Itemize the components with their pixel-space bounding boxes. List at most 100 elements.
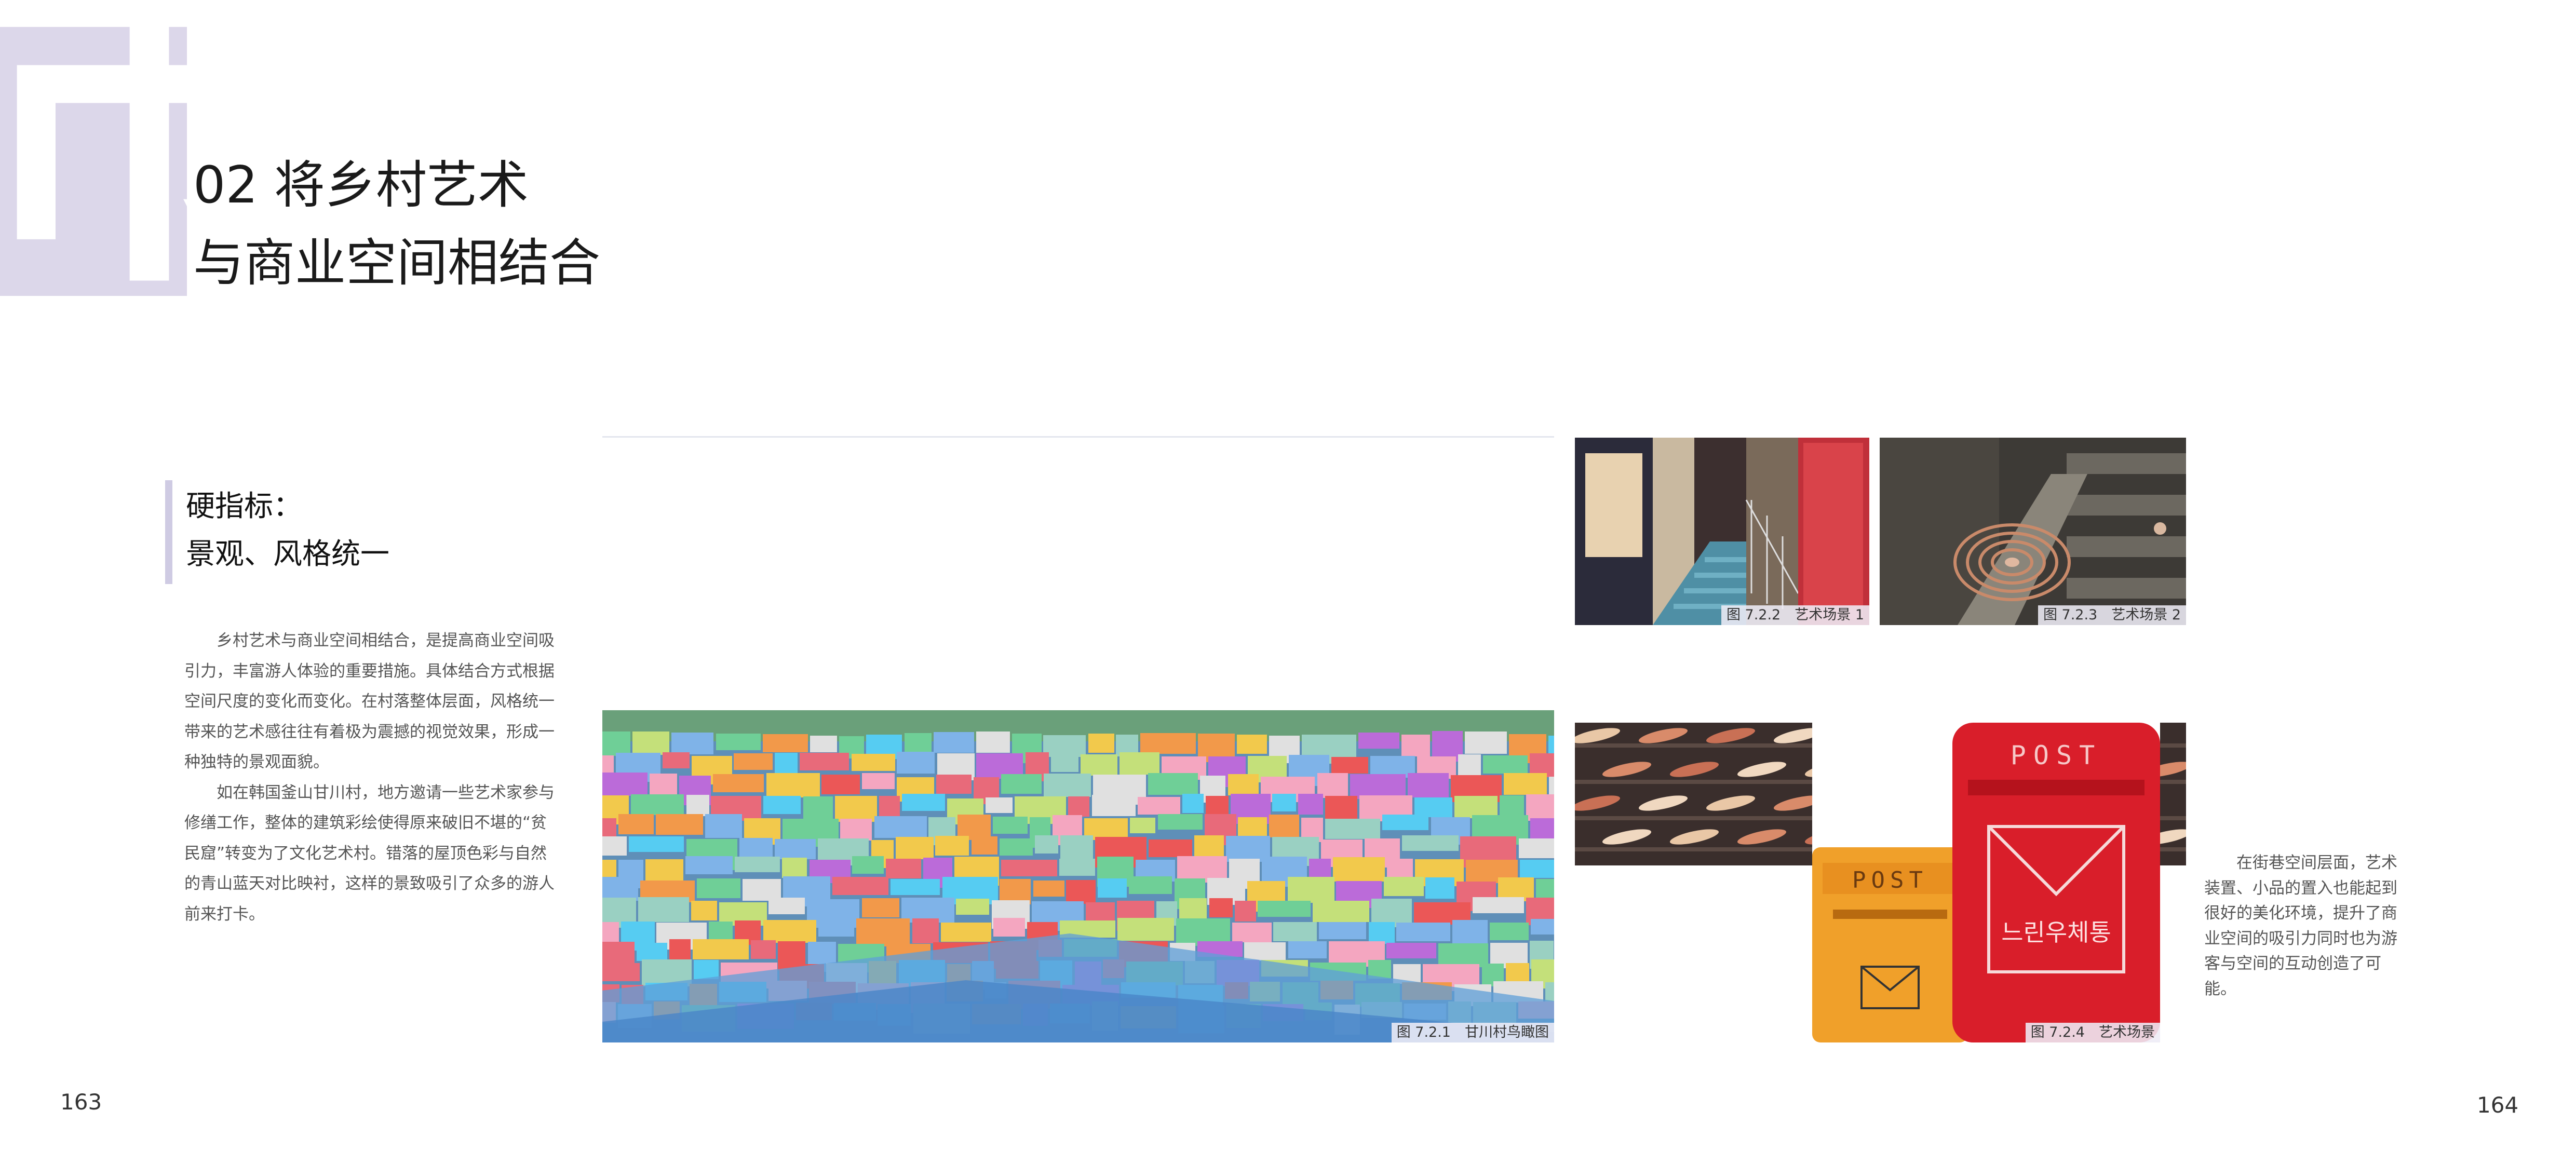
village-house [602, 963, 640, 981]
village-house [1414, 797, 1452, 817]
village-house [645, 859, 683, 883]
village-house [1182, 794, 1204, 813]
village-house [1206, 796, 1229, 816]
caption-fig-7-2-2: 图 7.2.2 艺术场景 1 [1721, 605, 1869, 625]
village-house [775, 839, 816, 859]
village-house [763, 734, 808, 752]
village-house [1258, 901, 1311, 917]
village-house [629, 836, 684, 852]
village-house [1140, 733, 1196, 754]
figure-art-scene-2: 图 7.2.3 艺术场景 2 [1880, 438, 2186, 625]
village-house [685, 856, 733, 874]
subheading-line-2: 景观、风格统一 [186, 537, 389, 571]
village-house [694, 960, 719, 979]
caption-fig-7-2-1: 图 7.2.1 甘川村鸟瞰图 [1391, 1023, 1554, 1042]
village-house [1235, 901, 1256, 922]
village-house [693, 939, 749, 959]
divider-rule [602, 436, 1554, 438]
village-house [1044, 774, 1091, 797]
village-house [986, 797, 1013, 813]
village-house [936, 775, 972, 794]
village-house [1035, 835, 1058, 854]
village-house [1408, 773, 1449, 797]
village-house [1051, 752, 1078, 772]
village-house [1138, 797, 1180, 815]
village-house [1402, 835, 1459, 851]
village-house [1237, 735, 1267, 754]
village-house [716, 734, 761, 750]
village-house [1358, 733, 1399, 749]
village-house [1060, 835, 1093, 859]
village-house [1117, 918, 1174, 941]
orange-post-label: POST [1852, 867, 1928, 893]
village-house [852, 856, 884, 874]
village-house [1465, 731, 1507, 754]
village-house [1530, 818, 1554, 838]
village-house [1088, 734, 1114, 753]
subheading: 硬指标： 景观、风格统一 [186, 483, 389, 578]
village-house [1194, 835, 1224, 858]
village-aerial-image [602, 710, 1554, 1042]
village-house [874, 816, 927, 838]
village-house [1396, 923, 1450, 941]
village-house [862, 773, 895, 789]
caption-fig-7-2-3: 图 7.2.3 艺术场景 2 [2038, 605, 2186, 625]
village-house [912, 918, 939, 943]
village-house [602, 731, 630, 756]
village-house [697, 878, 740, 898]
village-house [1387, 859, 1413, 879]
title-line-1: 02 将乡村艺术 [193, 156, 529, 215]
village-house [763, 796, 801, 814]
village-house [972, 836, 997, 855]
village-house [1454, 796, 1498, 818]
subhead-accent-bar [165, 480, 172, 584]
village-house [1401, 735, 1430, 756]
village-house [1228, 774, 1259, 795]
village-house [1269, 815, 1299, 837]
village-house [1148, 773, 1198, 795]
village-house [1081, 754, 1117, 776]
village-house [1382, 815, 1428, 830]
village-house [656, 814, 703, 835]
village-house [835, 796, 877, 822]
village-house [1473, 897, 1524, 913]
body-text-left: 乡村艺术与商业空间相结合，是提高商业空间吸引力，丰富游人体验的重要措施。具体结合… [184, 626, 556, 929]
post-boxes-image: POST POST 느린우체통 [1812, 723, 2160, 1042]
village-house [1438, 943, 1488, 967]
decorative-glyph-block: 市 [0, 0, 187, 296]
village-house [638, 897, 689, 922]
village-house [818, 921, 854, 937]
village-house [902, 794, 945, 811]
village-house [1531, 919, 1554, 934]
village-house [632, 731, 669, 755]
village-house [1066, 880, 1096, 904]
village-house [691, 901, 717, 920]
village-house [751, 940, 776, 959]
body-text-right: 在街巷空间层面，艺术装置、小品的置入也能起到很好的美化环境，提升了商业空间的吸引… [2204, 854, 2397, 998]
village-house [941, 923, 991, 942]
village-house [1288, 877, 1334, 903]
village-house [810, 736, 837, 752]
village-house [686, 795, 709, 816]
village-house [1384, 877, 1424, 896]
spiral-sculpture-image [1880, 438, 2186, 625]
page-number-right: 164 [2477, 1092, 2519, 1118]
village-house [1001, 860, 1057, 876]
village-house [821, 775, 860, 794]
village-house [1000, 838, 1033, 856]
page-title: 02 将乡村艺术 与商业空间相结合 [193, 146, 600, 302]
village-house [800, 753, 849, 770]
subheading-line-1: 硬指标： [186, 490, 302, 523]
village-house [782, 858, 807, 878]
figure-art-scene-1: 图 7.2.2 艺术场景 1 [1575, 438, 1869, 625]
village-house [856, 918, 910, 946]
village-house [1129, 876, 1172, 894]
village-house [956, 899, 989, 915]
village-house [935, 836, 969, 856]
village-house [1298, 794, 1323, 815]
village-house [1452, 920, 1488, 944]
village-house [1092, 795, 1136, 816]
village-house [852, 754, 895, 771]
village-house [669, 939, 691, 960]
body-paragraph-2: 如在韩国釜山甘川村，地方邀请一些艺术家参与修缮工作，整体的建筑彩绘使得原来破旧不… [184, 783, 555, 924]
